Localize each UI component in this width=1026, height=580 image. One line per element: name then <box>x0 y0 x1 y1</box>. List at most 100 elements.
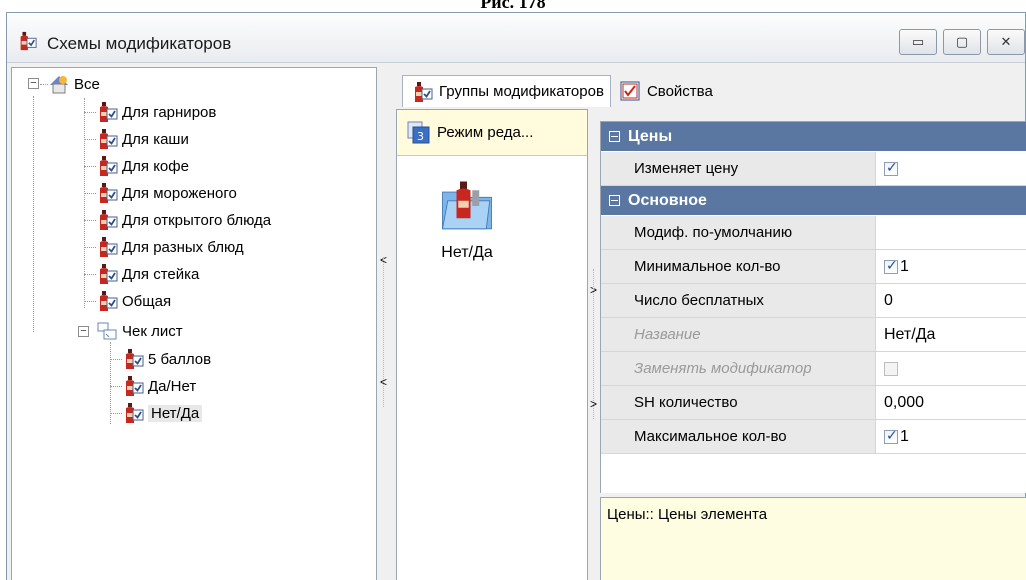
tree-item-porridge[interactable]: Для каши <box>96 126 189 152</box>
property-row[interactable]: Минимальное кол-во 1 <box>601 250 1026 284</box>
property-name: Заменять модификатор <box>601 352 876 385</box>
property-row: Название Нет/Да <box>601 318 1026 352</box>
max-qty-checkbox[interactable] <box>884 427 898 444</box>
tree-line <box>84 301 96 302</box>
collapse-toggle[interactable]: − <box>28 78 39 89</box>
collapse-icon[interactable] <box>609 195 620 206</box>
maximize-button[interactable]: ▢ <box>943 29 981 55</box>
edit-mode-button[interactable]: Режим реда... <box>397 110 587 156</box>
property-value <box>876 352 1026 385</box>
bottle-icon <box>122 375 144 397</box>
property-value[interactable]: 1 <box>876 250 1026 283</box>
groups-pane: Режим реда... Нет/Да <box>396 109 588 580</box>
right-splitter[interactable]: > > <box>588 109 600 580</box>
collapse-icon[interactable] <box>609 131 620 142</box>
tree-line <box>110 413 122 414</box>
category-prices[interactable]: Цены <box>601 122 1026 152</box>
tree-item-open-dish[interactable]: Для открытого блюда <box>96 207 271 233</box>
tree-item-label: Для мороженого <box>122 184 237 202</box>
modifier-schemes-window: Схемы модификаторов ▭ ▢ ✕ − Все Для гарн… <box>6 12 1026 580</box>
tree-item-label: Для разных блюд <box>122 238 244 256</box>
close-button[interactable]: ✕ <box>987 29 1025 55</box>
property-name: Максимальное кол-во <box>601 420 876 453</box>
bottle-icon <box>96 101 118 123</box>
left-splitter[interactable]: < < <box>378 67 390 580</box>
tree-line <box>84 220 96 221</box>
property-name: Минимальное кол-во <box>601 250 876 283</box>
minimize-icon: ▭ <box>911 34 925 49</box>
property-value[interactable] <box>876 152 1026 185</box>
property-row[interactable]: Число бесплатных 0 <box>601 284 1026 318</box>
property-name: Модиф. по-умолчанию <box>601 216 876 249</box>
window-title: Схемы модификаторов <box>47 34 232 53</box>
modifier-group-item[interactable]: Нет/Да <box>427 178 507 262</box>
tree-item-checklist[interactable]: Чек лист <box>96 318 183 344</box>
tree-line <box>110 359 122 360</box>
bottle-icon <box>17 30 37 52</box>
tab-properties[interactable]: Свойства <box>611 75 719 107</box>
category-main[interactable]: Основное <box>601 186 1026 216</box>
schemes-tree[interactable]: − Все Для гарниров Для каши Для кофе Для… <box>11 67 377 580</box>
tree-line <box>33 96 34 332</box>
tree-line <box>110 342 111 424</box>
tree-item-label: Общая <box>122 292 172 310</box>
tree-item-ice-cream[interactable]: Для мороженого <box>96 180 237 206</box>
bottle-icon <box>96 128 118 150</box>
bottle-icon <box>96 236 118 258</box>
tree-item-coffee[interactable]: Для кофе <box>96 153 189 179</box>
bottle-icon <box>96 290 118 312</box>
property-name: Название <box>601 318 876 351</box>
tree-item-yes-no[interactable]: Да/Нет <box>122 373 196 399</box>
tree-line <box>110 386 122 387</box>
property-value[interactable] <box>876 216 1026 249</box>
min-qty-checkbox[interactable] <box>884 257 898 274</box>
description-text: Цены:: Цены элемента <box>607 506 768 523</box>
tree-item-no-yes[interactable]: Нет/Да <box>122 400 203 426</box>
tree-item-various-dishes[interactable]: Для разных блюд <box>96 234 244 260</box>
property-name: Изменяет цену <box>601 152 876 185</box>
collapse-toggle[interactable]: − <box>78 326 89 337</box>
minimize-button[interactable]: ▭ <box>899 29 937 55</box>
min-qty-value: 1 <box>900 257 909 275</box>
tree-item-label: Для открытого блюда <box>122 211 272 229</box>
tree-item-label: Для кофе <box>122 157 189 175</box>
tab-label: Свойства <box>646 82 713 100</box>
bottle-icon <box>122 348 144 370</box>
tree-item-5-points[interactable]: 5 баллов <box>122 346 211 372</box>
changes-price-checkbox[interactable] <box>884 159 898 176</box>
folder-icon <box>439 178 495 234</box>
tree-item-garnish[interactable]: Для гарниров <box>96 99 216 125</box>
tree-line <box>84 139 96 140</box>
property-value[interactable]: 1 <box>876 420 1026 453</box>
property-value[interactable]: 0,000 <box>876 386 1026 419</box>
expand-right-icon[interactable]: > <box>590 397 597 411</box>
close-icon: ✕ <box>1000 34 1012 49</box>
property-row: Заменять модификатор <box>601 352 1026 386</box>
tab-label: Группы модификаторов <box>439 83 604 100</box>
tree-line <box>84 274 96 275</box>
category-title: Цены <box>628 127 673 145</box>
tree-item-label: Все <box>74 75 100 93</box>
max-qty-value: 1 <box>900 427 909 445</box>
tree-item-label: Для каши <box>122 130 189 148</box>
tree-item-general[interactable]: Общая <box>96 288 171 314</box>
tab-modifier-groups[interactable]: Группы модификаторов <box>402 75 611 107</box>
property-row[interactable]: Максимальное кол-во 1 <box>601 420 1026 454</box>
maximize-icon: ▢ <box>955 34 969 49</box>
property-value[interactable]: 0 <box>876 284 1026 317</box>
property-row[interactable]: Модиф. по-умолчанию <box>601 216 1026 250</box>
edit-mode-icon <box>407 121 431 145</box>
tree-item-steak[interactable]: Для стейка <box>96 261 199 287</box>
tree-line <box>84 112 96 113</box>
bottle-icon <box>122 402 144 424</box>
title-bar: Схемы модификаторов ▭ ▢ ✕ <box>7 13 1025 63</box>
edit-mode-label: Режим реда... <box>437 124 534 141</box>
property-row[interactable]: SH количество 0,000 <box>601 386 1026 420</box>
tree-item-label: 5 баллов <box>148 350 212 368</box>
property-row[interactable]: Изменяет цену <box>601 152 1026 186</box>
collapse-left-icon[interactable]: < <box>380 375 387 389</box>
properties-icon <box>619 80 641 102</box>
tree-item-label: Для стейка <box>122 265 200 283</box>
tree-item-all[interactable]: Все <box>48 71 100 97</box>
tree-line <box>40 84 48 85</box>
